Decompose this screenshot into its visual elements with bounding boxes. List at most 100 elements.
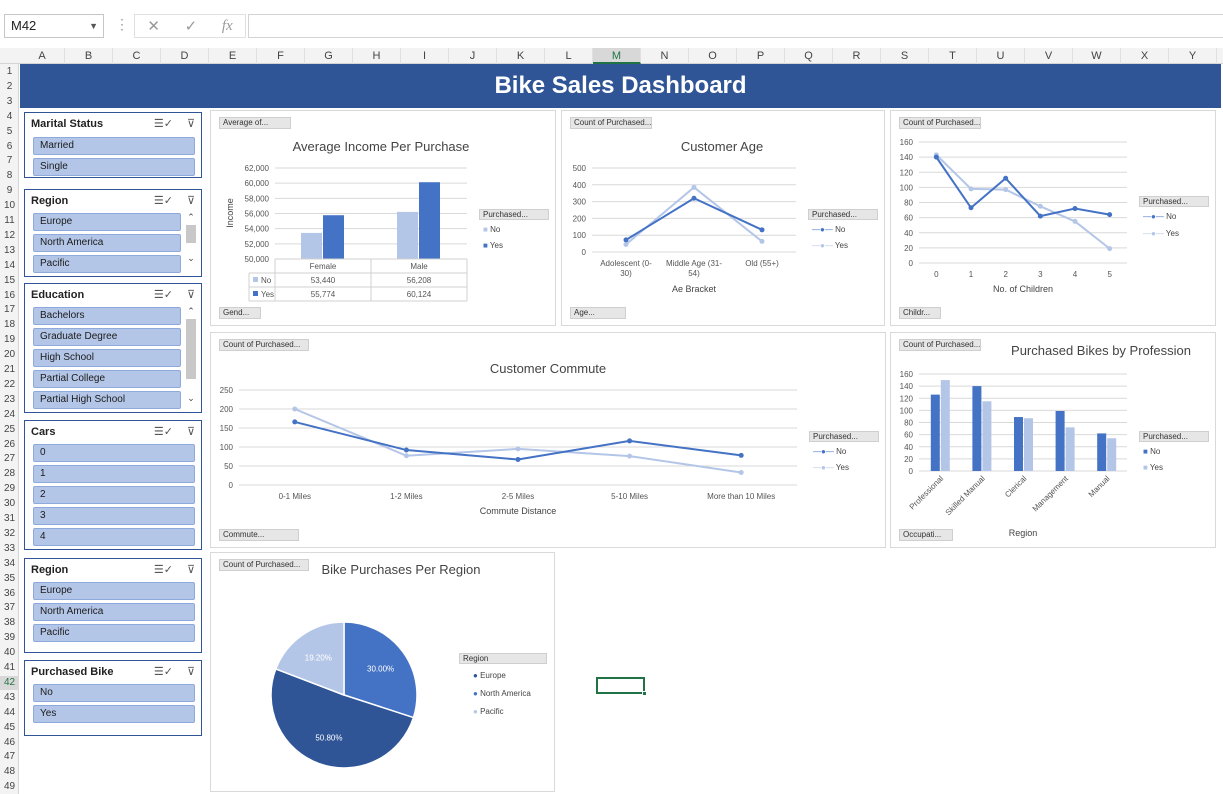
slicer-item[interactable]: 2 xyxy=(33,486,195,504)
chevron-down-icon[interactable]: ⌄ xyxy=(185,253,197,264)
row-header[interactable]: 37 xyxy=(0,601,19,615)
row-header[interactable]: 33 xyxy=(0,542,19,556)
row-header[interactable]: 15 xyxy=(0,274,19,288)
column-header[interactable]: Y xyxy=(1169,48,1217,64)
column-header[interactable]: K xyxy=(497,48,545,64)
chart-children[interactable]: Count of Purchased... Purchased... —●— N… xyxy=(890,110,1216,326)
row-header[interactable]: 21 xyxy=(0,363,19,377)
row-header[interactable]: 3 xyxy=(0,95,19,109)
row-header[interactable]: 9 xyxy=(0,184,19,198)
clear-filter-icon[interactable]: ⊽ xyxy=(187,563,195,576)
clear-filter-icon[interactable]: ⊽ xyxy=(187,665,195,678)
clear-filter-icon[interactable]: ⊽ xyxy=(187,117,195,130)
slicer-item[interactable]: Yes xyxy=(33,705,195,723)
chart-income[interactable]: Average of... Average Income Per Purchas… xyxy=(210,110,556,326)
row-header[interactable]: 47 xyxy=(0,750,19,764)
column-header[interactable]: F xyxy=(257,48,305,64)
multi-select-icon[interactable]: ☰✓ xyxy=(154,288,173,301)
row-header[interactable]: 32 xyxy=(0,527,19,541)
selected-cell[interactable] xyxy=(596,677,647,696)
row-header[interactable]: 13 xyxy=(0,244,19,258)
column-header[interactable]: V xyxy=(1025,48,1073,64)
row-header[interactable]: 26 xyxy=(0,438,19,452)
row-header[interactable]: 7 xyxy=(0,154,19,168)
column-header[interactable]: G xyxy=(305,48,353,64)
scroll-thumb[interactable] xyxy=(186,319,196,379)
row-header[interactable]: 24 xyxy=(0,408,19,422)
slicer-item[interactable]: North America xyxy=(33,234,181,252)
column-header[interactable]: J xyxy=(449,48,497,64)
row-header[interactable]: 43 xyxy=(0,691,19,705)
column-header[interactable]: T xyxy=(929,48,977,64)
slicer-item[interactable]: High School xyxy=(33,349,181,367)
row-header[interactable]: 34 xyxy=(0,557,19,571)
row-header[interactable]: 2 xyxy=(0,80,19,94)
name-box[interactable]: M42 ▼ xyxy=(4,14,104,38)
column-header[interactable]: P xyxy=(737,48,785,64)
cancel-icon[interactable]: ✕ xyxy=(147,17,160,35)
column-header[interactable]: U xyxy=(977,48,1025,64)
slicer-item[interactable]: 0 xyxy=(33,444,195,462)
slicer-item[interactable]: Graduate Degree xyxy=(33,328,181,346)
column-header[interactable]: R xyxy=(833,48,881,64)
column-header[interactable]: I xyxy=(401,48,449,64)
row-header[interactable]: 10 xyxy=(0,199,19,213)
slicer-item[interactable]: No xyxy=(33,684,195,702)
row-header[interactable]: 14 xyxy=(0,259,19,273)
insert-function-icon[interactable]: fx xyxy=(222,18,233,35)
column-header[interactable]: O xyxy=(689,48,737,64)
row-header[interactable]: 48 xyxy=(0,765,19,779)
chevron-up-icon[interactable]: ⌃ xyxy=(185,212,197,223)
multi-select-icon[interactable]: ☰✓ xyxy=(154,117,173,130)
multi-select-icon[interactable]: ☰✓ xyxy=(154,194,173,207)
row-header[interactable]: 35 xyxy=(0,572,19,586)
multi-select-icon[interactable]: ☰✓ xyxy=(154,563,173,576)
slicer-item[interactable]: 1 xyxy=(33,465,195,483)
chevron-down-icon[interactable]: ⌄ xyxy=(185,393,197,404)
row-header[interactable]: 28 xyxy=(0,467,19,481)
scrollbar[interactable]: ⌃ ⌄ xyxy=(185,212,197,274)
confirm-icon[interactable]: ✓ xyxy=(185,17,198,35)
chart-age[interactable]: Count of Purchased... Customer Age Purch… xyxy=(561,110,885,326)
row-header[interactable]: 8 xyxy=(0,169,19,183)
row-header[interactable]: 1 xyxy=(0,65,19,79)
slicer-item[interactable]: Pacific xyxy=(33,255,181,273)
row-header[interactable]: 22 xyxy=(0,378,19,392)
row-header[interactable]: 29 xyxy=(0,482,19,496)
row-header[interactable]: 39 xyxy=(0,631,19,645)
row-header[interactable]: 31 xyxy=(0,512,19,526)
row-header[interactable]: 44 xyxy=(0,706,19,720)
row-header[interactable]: 49 xyxy=(0,780,19,794)
row-header[interactable]: 27 xyxy=(0,452,19,466)
row-header[interactable]: 46 xyxy=(0,736,19,750)
row-header[interactable]: 42 xyxy=(0,675,19,690)
slicer-item[interactable]: Partial High School xyxy=(33,391,181,409)
row-header[interactable]: 5 xyxy=(0,125,19,139)
more-icon[interactable]: ⋮ xyxy=(115,16,129,33)
row-header[interactable]: 18 xyxy=(0,318,19,332)
slicer-item[interactable]: Married xyxy=(33,137,195,155)
column-header[interactable]: S xyxy=(881,48,929,64)
row-header[interactable]: 4 xyxy=(0,110,19,124)
scroll-thumb[interactable] xyxy=(186,225,196,243)
column-header[interactable]: X xyxy=(1121,48,1169,64)
slicer-item[interactable]: Single xyxy=(33,158,195,176)
row-header[interactable]: 6 xyxy=(0,140,19,154)
chevron-up-icon[interactable]: ⌃ xyxy=(185,306,197,317)
row-header[interactable]: 12 xyxy=(0,229,19,243)
chart-profession[interactable]: Count of Purchased... Purchased Bikes by… xyxy=(890,332,1216,548)
fill-handle[interactable] xyxy=(642,691,647,696)
row-header[interactable]: 11 xyxy=(0,214,19,228)
row-header[interactable]: 36 xyxy=(0,587,19,601)
column-header[interactable]: A xyxy=(20,48,65,64)
row-header[interactable]: 30 xyxy=(0,497,19,511)
row-header[interactable]: 38 xyxy=(0,616,19,630)
row-header[interactable]: 23 xyxy=(0,393,19,407)
slicer-item[interactable]: Bachelors xyxy=(33,307,181,325)
column-header[interactable]: M xyxy=(593,48,641,64)
row-header[interactable]: 40 xyxy=(0,646,19,660)
slicer-item[interactable]: Europe xyxy=(33,582,195,600)
clear-filter-icon[interactable]: ⊽ xyxy=(187,194,195,207)
slicer-item[interactable]: Europe xyxy=(33,213,181,231)
scrollbar[interactable]: ⌃ ⌄ xyxy=(185,306,197,410)
